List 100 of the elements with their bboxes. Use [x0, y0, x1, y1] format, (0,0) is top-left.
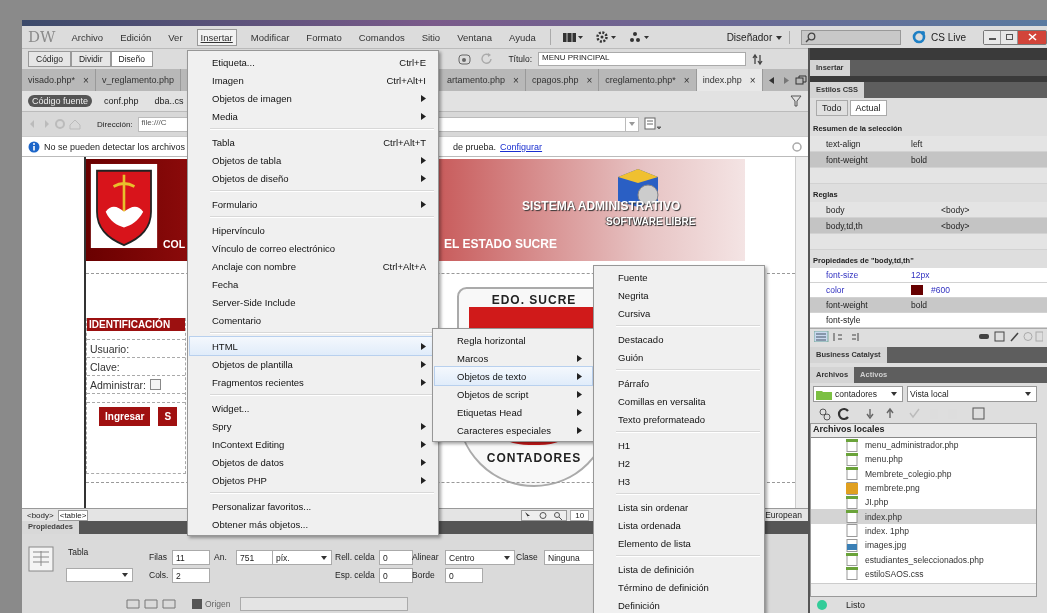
summary-row[interactable]: font-weight bold — [810, 152, 1047, 168]
menu-item[interactable]: Objetos de script — [435, 385, 592, 403]
menu-item[interactable]: Insertar — [196, 28, 237, 46]
horizontal-scrollbar[interactable] — [811, 583, 1036, 596]
workspace-dropdown[interactable]: Diseñador — [720, 30, 790, 44]
menu-item[interactable]: Sitio — [418, 29, 444, 45]
menu-item[interactable]: Spry — [190, 417, 436, 435]
file-row[interactable]: index. 1php — [811, 523, 1036, 539]
menu-item[interactable]: Edición — [117, 29, 155, 45]
cs-live-icon[interactable] — [912, 30, 926, 44]
page-options-icon[interactable] — [643, 117, 662, 131]
site-dropdown[interactable]: contadores — [813, 386, 903, 402]
menu-item[interactable]: Objetos de tabla — [190, 151, 436, 169]
spacing-field[interactable]: 0 — [379, 568, 413, 583]
menu-item[interactable]: Lista ordenada — [596, 516, 762, 534]
menu-item[interactable]: Ver — [165, 29, 186, 45]
menu-item[interactable]: Cursiva — [596, 304, 762, 322]
menu-item[interactable]: Widget... — [190, 399, 436, 417]
menu-item[interactable]: Objetos de plantilla — [190, 355, 436, 373]
menu-item[interactable]: Objetos de texto — [435, 367, 592, 385]
admin-checkbox[interactable] — [150, 379, 161, 390]
menu-item[interactable]: Regla horizontal — [435, 331, 592, 349]
menu-item[interactable]: Fecha — [190, 275, 436, 293]
gear-icon[interactable] — [594, 31, 617, 43]
menu-item[interactable]: Imagen Ctrl+Alt+I — [190, 71, 436, 89]
file-row[interactable]: estudiantes_seleccionados.php — [811, 552, 1036, 567]
menu-item[interactable]: Objetos de imagen — [190, 89, 436, 107]
menu-item[interactable]: Definición — [596, 596, 762, 613]
file-row[interactable]: images.jpg — [811, 538, 1036, 553]
property-row[interactable]: color #600 — [810, 283, 1047, 298]
property-row[interactable]: font-size 12px — [810, 268, 1047, 283]
menu-item[interactable]: Etiquetas Head — [435, 403, 592, 421]
search-field[interactable] — [801, 29, 901, 45]
menu-item[interactable]: Destacado — [596, 330, 762, 348]
cs-live-button[interactable]: CS Live — [931, 31, 966, 43]
minimize-button[interactable] — [984, 30, 1001, 44]
zoom-field[interactable]: 10 — [570, 509, 590, 521]
related-file[interactable]: dba..cs — [150, 95, 188, 107]
file-row[interactable]: membrete.png — [811, 480, 1036, 496]
menu-item[interactable]: Fragmentos recientes — [190, 373, 436, 391]
view-button[interactable]: Código — [28, 51, 71, 67]
menu-item[interactable]: Elemento de lista — [596, 534, 762, 552]
view-dropdown[interactable]: Vista local — [907, 386, 1037, 402]
file-row[interactable]: Membrete_colegio.php — [811, 466, 1036, 481]
column-header[interactable]: Archivos locales — [811, 424, 1036, 438]
related-file[interactable]: Código fuente — [28, 95, 93, 107]
menu-item[interactable]: Personalizar favoritos... — [190, 497, 436, 515]
vertical-scrollbar[interactable] — [795, 157, 808, 508]
table-id-dropdown[interactable] — [66, 568, 133, 582]
rule-row[interactable]: body <body> — [810, 202, 1047, 218]
file-row[interactable]: menu.php — [811, 452, 1036, 467]
tag-selector[interactable]: <body> — [26, 510, 55, 520]
property-row[interactable]: font-style — [810, 313, 1047, 328]
restore-window-icon[interactable] — [794, 75, 807, 85]
menu-item[interactable]: Ventana — [454, 29, 496, 45]
tag-selector[interactable]: <table> — [57, 509, 89, 521]
menu-item[interactable]: Guión — [596, 348, 762, 366]
menu-item[interactable]: Comentario — [190, 311, 436, 329]
rows-field[interactable]: 11 — [172, 550, 210, 565]
menu-item[interactable]: Fuente — [596, 268, 762, 286]
file-tools-icon[interactable] — [818, 407, 988, 421]
menu-item[interactable]: Comandos — [355, 29, 408, 45]
menu-item[interactable]: Server-Side Include — [190, 293, 436, 311]
menu-item[interactable]: Objetos PHP — [190, 471, 436, 489]
file-row[interactable]: estiloSAOS.css — [811, 566, 1036, 581]
menu-item[interactable]: Lista sin ordenar — [596, 498, 762, 516]
menu-item[interactable]: Anclaje con nombre Ctrl+Alt+A — [190, 257, 436, 275]
menu-item[interactable]: H3 — [596, 472, 762, 490]
menu-item[interactable]: Vínculo de correo electrónico — [190, 239, 436, 257]
form-button[interactable]: S — [158, 407, 178, 426]
css-mode-tab[interactable]: Actual — [849, 100, 887, 116]
file-row[interactable]: menu_administrador.php — [811, 438, 1036, 453]
menu-item[interactable]: Objetos de diseño — [190, 169, 436, 187]
unit-dropdown[interactable]: píx. — [272, 550, 332, 565]
menu-item[interactable]: H2 — [596, 454, 762, 472]
document-tab[interactable]: index.php × — [696, 69, 763, 91]
menu-item[interactable]: Obtener más objetos... — [190, 515, 436, 533]
title-field[interactable]: MENU PRINCIPAL — [538, 52, 746, 66]
related-file[interactable]: conf.php — [100, 95, 143, 107]
restore-button[interactable] — [1001, 30, 1018, 44]
file-row[interactable]: JI.php — [811, 495, 1036, 510]
menu-item[interactable]: Hipervínculo — [190, 221, 436, 239]
menu-item[interactable]: Objetos de datos — [190, 453, 436, 471]
view-button[interactable]: Diseño — [110, 51, 154, 67]
menu-item[interactable]: Marcos — [435, 349, 592, 367]
menu-item[interactable]: InContext Editing — [190, 435, 436, 453]
menu-item[interactable]: Caracteres especiales — [435, 421, 592, 439]
design-tools-icon[interactable] — [521, 509, 568, 521]
configure-link[interactable]: Configurar — [500, 141, 543, 152]
menu-item[interactable]: Etiqueta... Ctrl+E — [190, 53, 436, 71]
menu-item[interactable]: Ayuda — [506, 29, 539, 45]
file-row[interactable]: index.php — [811, 509, 1036, 524]
menu-item[interactable]: Formulario — [190, 195, 436, 213]
scroll-left-icon[interactable] — [766, 75, 777, 85]
close-button[interactable] — [1018, 30, 1046, 44]
people-icon[interactable] — [627, 31, 650, 43]
menu-item[interactable]: Texto preformateado — [596, 410, 762, 428]
cols-field[interactable]: 2 — [172, 568, 210, 583]
width-field[interactable]: 751 — [236, 550, 274, 565]
css-mode-tab[interactable]: Todo — [816, 100, 848, 116]
